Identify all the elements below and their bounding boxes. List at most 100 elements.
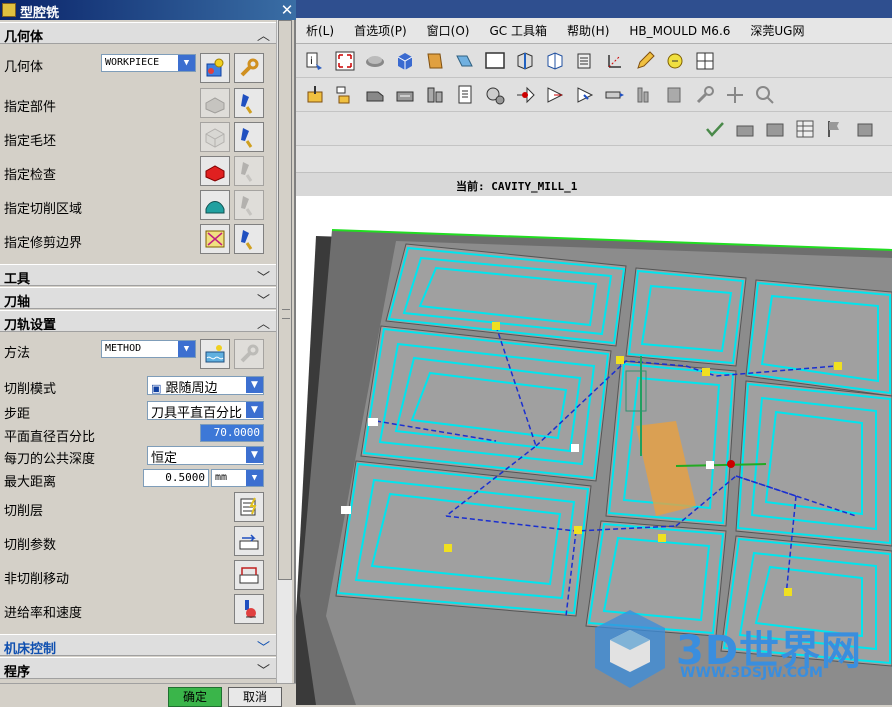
section-path-settings[interactable]: 刀轨设置 ︿ [0, 310, 276, 333]
grid-icon[interactable] [692, 48, 718, 74]
menu-help[interactable]: 帮助(H) [557, 22, 619, 39]
create-operation-icon[interactable] [422, 82, 448, 108]
dialog-scrollbar[interactable] [276, 20, 292, 685]
chevron-down-icon[interactable]: ▼ [246, 377, 263, 393]
wrench-icon[interactable] [692, 82, 718, 108]
cube-view-icon[interactable] [392, 48, 418, 74]
section-machine-control[interactable]: 机床控制 ﹀ [0, 634, 276, 657]
verify-path-icon[interactable] [572, 82, 598, 108]
stepover-label: 步距 [4, 407, 31, 422]
check-icon[interactable] [702, 116, 728, 142]
surface-icon[interactable] [452, 48, 478, 74]
flat-pct-input[interactable]: 70.0000 [200, 424, 264, 442]
post-process-icon[interactable] [602, 82, 628, 108]
new-geometry-button[interactable] [200, 53, 230, 83]
check-geometry-button[interactable] [200, 156, 230, 186]
blank-screen-icon[interactable] [482, 48, 508, 74]
op-list-icon[interactable] [632, 82, 658, 108]
chevron-down-icon[interactable]: ▼ [178, 341, 195, 357]
chevron-down-icon[interactable]: ﹀ [257, 267, 270, 286]
chevron-down-icon[interactable]: ﹀ [257, 637, 270, 656]
cut-area-display-button[interactable] [234, 190, 264, 220]
section-tool-axis[interactable]: 刀轴 ﹀ [0, 287, 276, 310]
check-display-button[interactable] [234, 156, 264, 186]
section-view-icon[interactable] [542, 48, 568, 74]
section-tool[interactable]: 工具 ﹀ [0, 264, 276, 287]
block-edit-icon[interactable] [762, 116, 788, 142]
cut-mode-select[interactable]: ▣ 跟随周边 ▼ [147, 376, 264, 395]
unit-select[interactable]: mm ▼ [211, 469, 264, 487]
flag-icon[interactable] [822, 116, 848, 142]
max-dist-input[interactable]: 0.5000 [143, 469, 209, 487]
section-program-label: 程序 [4, 665, 31, 680]
chevron-up-icon[interactable]: ︿ [257, 25, 270, 44]
chevron-down-icon[interactable]: ▼ [246, 447, 263, 463]
edit-part-icon[interactable] [422, 48, 448, 74]
stepover-select-value: 刀具平直百分比 [151, 406, 243, 420]
chevron-down-icon[interactable]: ▼ [246, 402, 263, 418]
clock-icon[interactable] [482, 82, 508, 108]
generate-path-icon[interactable] [512, 82, 538, 108]
create-program-icon[interactable] [302, 82, 328, 108]
close-icon[interactable]: ✕ [278, 1, 296, 19]
menu-ug-net[interactable]: 深莞UG网 [740, 22, 814, 39]
table-icon[interactable] [792, 116, 818, 142]
scroll-thumb[interactable] [278, 20, 292, 580]
menu-gc-toolbox[interactable]: GC 工具箱 [479, 22, 557, 39]
ok-button[interactable]: 确定 [168, 687, 222, 707]
machine-tool-icon[interactable] [662, 82, 688, 108]
part-display-button[interactable] [234, 88, 264, 118]
shop-doc-icon[interactable] [452, 82, 478, 108]
cut-area-button[interactable] [200, 190, 230, 220]
wcs-icon[interactable] [602, 48, 628, 74]
blank-display-button[interactable] [234, 122, 264, 152]
new-method-button[interactable] [200, 339, 230, 369]
block-icon[interactable] [732, 116, 758, 142]
layer-settings-icon[interactable] [572, 48, 598, 74]
replay-path-icon[interactable] [542, 82, 568, 108]
chevron-down-icon[interactable]: ▼ [178, 55, 195, 71]
trim-display-button[interactable] [234, 224, 264, 254]
create-geometry-icon[interactable] [362, 82, 388, 108]
create-tool-icon[interactable] [332, 82, 358, 108]
blank-icon [205, 128, 225, 148]
section-geometry[interactable]: 几何体 ︿ [0, 22, 276, 45]
cut-levels-button[interactable] [234, 492, 264, 522]
trim-boundary-button[interactable] [200, 224, 230, 254]
search-icon[interactable] [752, 82, 778, 108]
create-method-icon[interactable] [392, 82, 418, 108]
part-geometry-button[interactable] [200, 88, 230, 118]
chevron-down-icon[interactable]: ﹀ [257, 660, 270, 679]
analysis-icon[interactable] [662, 48, 688, 74]
chevron-down-icon[interactable]: ﹀ [257, 290, 270, 309]
fit-view-icon[interactable] [332, 48, 358, 74]
pencil-icon[interactable] [632, 48, 658, 74]
orient-tool-icon[interactable] [722, 82, 748, 108]
edit-geometry-button[interactable] [234, 53, 264, 83]
edit-method-button[interactable] [234, 339, 264, 369]
section-program[interactable]: 程序 ﹀ [0, 657, 276, 680]
blank-geometry-button[interactable] [200, 122, 230, 152]
menu-analysis[interactable]: 析(L) [296, 22, 344, 39]
depth-select[interactable]: 恒定 ▼ [147, 446, 264, 465]
shading-icon[interactable] [362, 48, 388, 74]
cut-params-button[interactable] [234, 526, 264, 556]
geometry-select-value: WORKPIECE [105, 57, 160, 68]
orient-view-icon[interactable] [512, 48, 538, 74]
dialog-title-bar: 型腔铣 ✕ [0, 0, 296, 21]
flashlight-icon [241, 230, 253, 250]
section-path-settings-label: 刀轨设置 [4, 318, 57, 333]
method-select[interactable]: METHOD ▼ [101, 340, 196, 358]
stepover-select[interactable]: 刀具平直百分比 ▼ [147, 401, 264, 420]
info-icon[interactable]: i [302, 48, 328, 74]
feeds-speeds-button[interactable] [234, 594, 264, 624]
shape-icon[interactable] [852, 116, 878, 142]
menu-hb-mould[interactable]: HB_MOULD M6.6 [619, 24, 740, 38]
geometry-select[interactable]: WORKPIECE ▼ [101, 54, 196, 72]
menu-preferences[interactable]: 首选项(P) [344, 22, 417, 39]
menu-window[interactable]: 窗口(O) [417, 22, 480, 39]
noncut-moves-button[interactable] [234, 560, 264, 590]
chevron-up-icon[interactable]: ︿ [257, 313, 270, 332]
cancel-button[interactable]: 取消 [228, 687, 282, 707]
chevron-down-icon[interactable]: ▼ [246, 470, 263, 486]
